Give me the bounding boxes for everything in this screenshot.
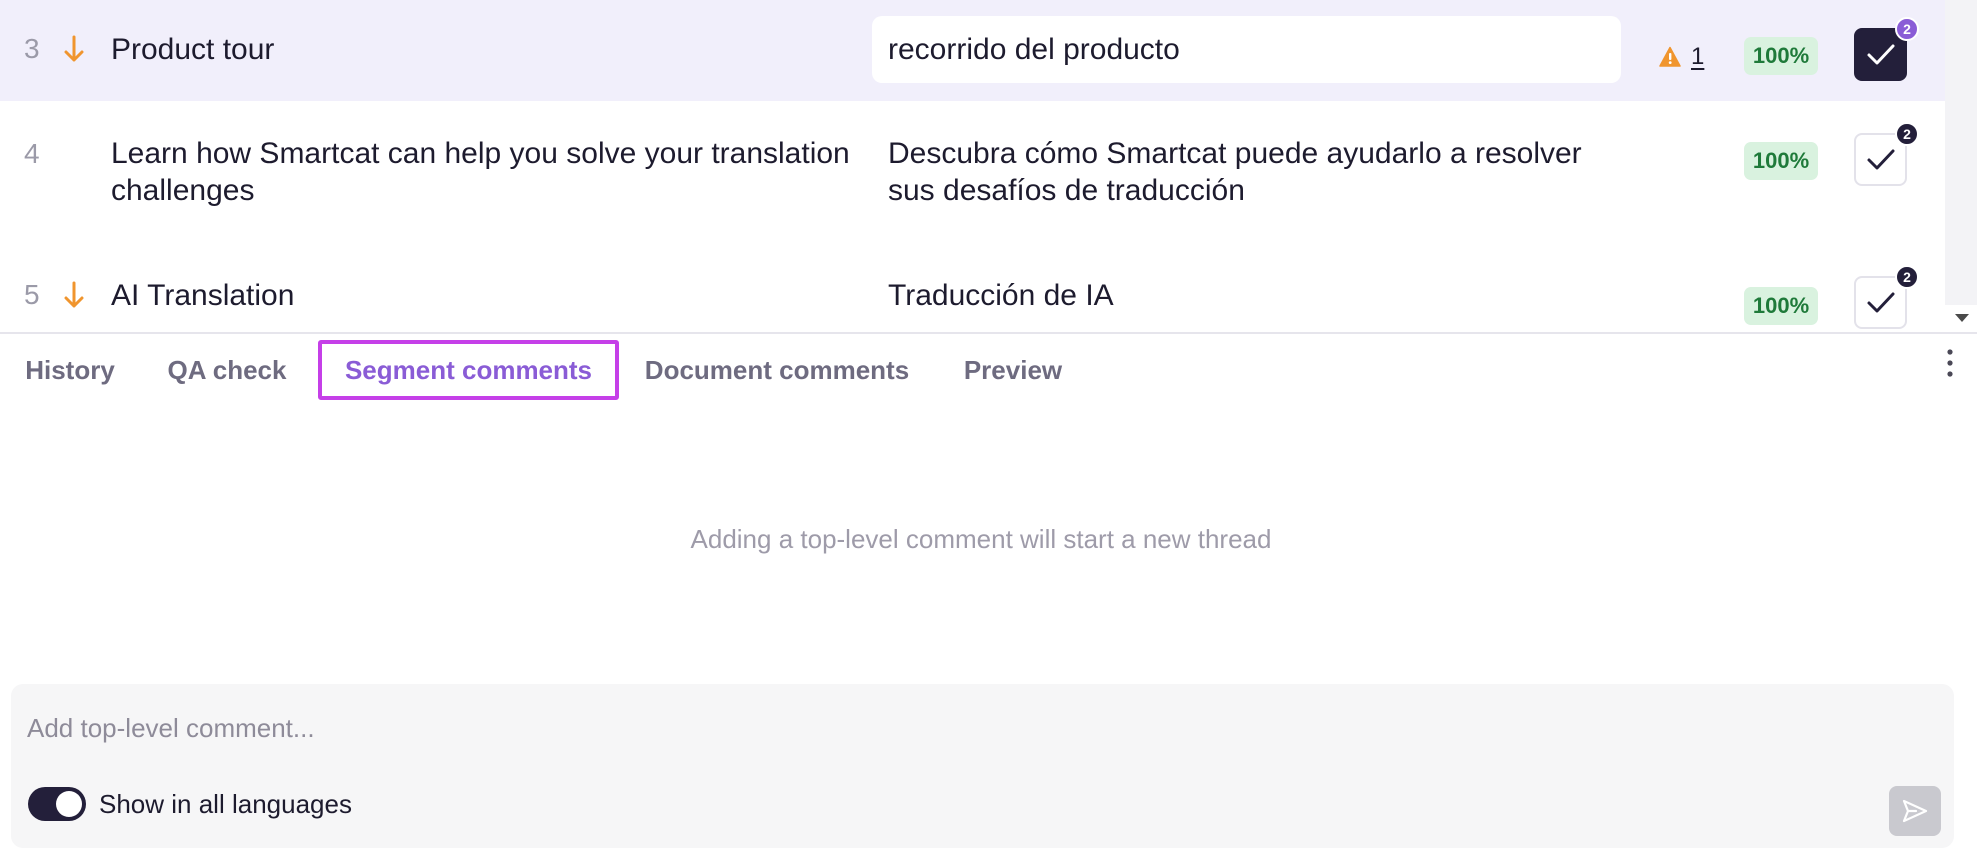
qa-warning-count[interactable]: 1	[1691, 43, 1704, 71]
check-icon	[1867, 292, 1894, 312]
comment-count-badge: 2	[1895, 265, 1919, 289]
segment-row-5[interactable]: 5 AI Translation Traducción de IA 100% 2	[0, 242, 1945, 332]
confirm-segment-button[interactable]: 2	[1854, 122, 1919, 186]
arrow-down-icon	[64, 35, 84, 62]
segment-target-text[interactable]: recorrido del producto	[888, 31, 1588, 68]
tab-history[interactable]: History	[8, 340, 132, 400]
segment-row-4[interactable]: 4 Learn how Smartcat can help you solve …	[0, 101, 1945, 242]
segment-row-3[interactable]: 3 Product tour recorrido del producto 1 …	[0, 0, 1945, 101]
match-percentage-badge: 100%	[1744, 287, 1818, 325]
warning-icon	[1659, 46, 1681, 67]
show-all-languages-toggle[interactable]	[28, 787, 86, 821]
segment-target-text[interactable]: Descubra cómo Smartcat puede ayudarlo a …	[888, 135, 1588, 209]
segment-grid: 3 Product tour recorrido del producto 1 …	[0, 0, 1945, 332]
empty-comments-message: Adding a top-level comment will start a …	[690, 524, 1272, 554]
send-comment-button[interactable]	[1889, 786, 1941, 836]
segment-number: 3	[24, 33, 40, 64]
arrow-down-icon	[64, 281, 84, 308]
match-percentage-badge: 100%	[1744, 142, 1818, 180]
segment-number: 5	[24, 279, 40, 310]
panel-divider	[0, 332, 1977, 334]
scroll-down-arrow-icon[interactable]	[1955, 314, 1969, 322]
check-icon	[1867, 44, 1894, 64]
tab-segment-comments[interactable]: Segment comments	[318, 340, 619, 400]
send-icon	[1902, 799, 1928, 823]
more-vertical-icon[interactable]	[1940, 346, 1960, 380]
tab-preview[interactable]: Preview	[950, 340, 1076, 400]
confirm-segment-button[interactable]: 2	[1854, 265, 1919, 329]
match-percentage-badge: 100%	[1744, 37, 1818, 75]
segment-source-text: Learn how Smartcat can help you solve yo…	[111, 137, 850, 207]
comment-input[interactable]	[27, 706, 1927, 750]
segment-source-text: Product tour	[111, 33, 275, 66]
confirm-segment-button[interactable]: 2	[1854, 17, 1919, 81]
grid-scrollbar[interactable]	[1945, 0, 1977, 305]
comment-composer: Show in all languages	[11, 684, 1954, 848]
panel-tabs: History QA check Segment comments Docume…	[0, 336, 1977, 408]
check-icon	[1867, 149, 1894, 169]
tab-document-comments[interactable]: Document comments	[632, 340, 922, 400]
show-all-languages-label: Show in all languages	[99, 789, 352, 819]
toggle-knob	[56, 791, 82, 817]
segment-number: 4	[24, 138, 40, 169]
comment-count-badge: 2	[1895, 17, 1919, 41]
comment-count-badge: 2	[1895, 122, 1919, 146]
tab-qa-check[interactable]: QA check	[154, 340, 300, 400]
segment-target-text[interactable]: Traducción de IA	[888, 277, 1588, 314]
segment-source-text: AI Translation	[111, 279, 295, 312]
qa-warning[interactable]: 1	[1659, 43, 1704, 71]
